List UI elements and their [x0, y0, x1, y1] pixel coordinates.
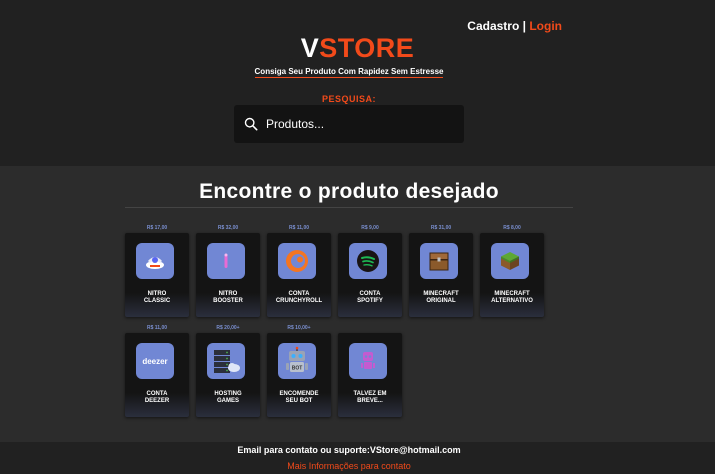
product-card-deezer[interactable]: deezer CONTA DEEZER	[125, 333, 189, 417]
product-card-nitro-booster[interactable]: NITRO BOOSTER	[196, 233, 260, 317]
product-name-line2: GAMES	[216, 398, 239, 404]
product-name-line1: HOSTING	[214, 391, 242, 397]
product-name-line1: NITRO	[218, 291, 238, 297]
product-name: MINECRAFT ORIGINAL	[409, 291, 473, 305]
product-price: R$ 9,00	[361, 225, 379, 231]
product-card-bot[interactable]: BOT ENCOMENDE SEU BOT	[267, 333, 331, 417]
product-name-line1: CONTA	[146, 391, 168, 397]
svg-text:BOT: BOT	[292, 366, 303, 372]
logo-v: V	[300, 33, 320, 63]
product-price: R$ 32,00	[217, 225, 239, 231]
product-name-line2: SPOTIFY	[357, 298, 383, 304]
product-name-line2: BOOSTER	[213, 298, 243, 304]
product-name-line1: CONTA	[288, 291, 310, 297]
search-label: PESQUISA:	[321, 94, 376, 104]
product-name-line1: TALVEZ EM	[353, 391, 387, 397]
search-input[interactable]	[266, 117, 446, 131]
product-card-minecraft-alternativo[interactable]: MINECRAFT ALTERNATIVO	[480, 233, 544, 317]
product-name-line2: ORIGINAL	[426, 298, 456, 304]
product-price: R$ 10,00+	[287, 325, 311, 331]
server-icon	[207, 343, 245, 379]
product-price: R$ 20,00+	[216, 325, 240, 331]
minecraft-grass-icon	[491, 243, 529, 279]
product-name: CONTA DEEZER	[125, 391, 189, 405]
product-name: NITRO BOOSTER	[196, 291, 260, 305]
register-link[interactable]: Cadastro	[467, 19, 519, 33]
nitro-classic-icon	[136, 243, 174, 279]
contact-email: Email para contato ou suporte:VStore@hot…	[237, 445, 461, 455]
more-info-link[interactable]: Mais Informações para contato	[0, 461, 698, 471]
auth-separator: |	[522, 19, 526, 33]
spotify-icon	[349, 243, 387, 279]
crunchyroll-icon	[278, 243, 316, 279]
product-name-line2: CLASSIC	[143, 298, 171, 304]
product-name-line1: CONTA	[359, 291, 381, 297]
product-name: TALVEZ EM BREVE...	[338, 391, 402, 405]
product-name-line2: CRUNCHYROLL	[275, 298, 323, 304]
nitro-booster-icon	[207, 243, 245, 279]
product-name-line1: MINECRAFT	[494, 291, 530, 297]
minecraft-chest-icon	[420, 243, 458, 279]
product-name: CONTA SPOTIFY	[338, 291, 402, 305]
auth-links: Cadastro | Login	[467, 19, 562, 33]
deezer-icon: deezer	[136, 343, 174, 379]
product-name-line2: SEU BOT	[285, 398, 313, 404]
product-name: CONTA CRUNCHYROLL	[267, 291, 331, 305]
search-icon	[244, 117, 258, 131]
product-card-hosting-games[interactable]: HOSTING GAMES	[196, 333, 260, 417]
tagline: Consiga Seu Produto Com Rapidez Sem Estr…	[0, 67, 698, 78]
robot-icon: BOT	[278, 343, 316, 379]
site-logo[interactable]: VSTORE	[0, 33, 715, 64]
product-card-crunchyroll[interactable]: CONTA CRUNCHYROLL	[267, 233, 331, 317]
logo-store: STORE	[319, 33, 415, 63]
product-name-line2: BREVE...	[357, 398, 383, 404]
product-price: R$ 11,00	[146, 325, 168, 331]
page-title: Encontre o produto desejado	[199, 180, 499, 203]
product-name: ENCOMENDE SEU BOT	[267, 391, 331, 405]
site-header: Cadastro | Login VSTORE Consiga Seu Prod…	[0, 0, 715, 166]
product-price: R$ 31,00	[430, 225, 452, 231]
product-price: R$ 17,00	[146, 225, 168, 231]
svg-text:deezer: deezer	[142, 357, 167, 366]
product-price: R$ 11,00	[288, 225, 310, 231]
product-name-line1: ENCOMENDE	[279, 391, 319, 397]
product-name: NITRO CLASSIC	[125, 291, 189, 305]
product-name-line1: NITRO	[147, 291, 167, 297]
coming-soon-icon	[349, 343, 387, 379]
product-name-line1: MINECRAFT	[423, 291, 459, 297]
title-divider	[125, 207, 573, 208]
product-price: R$ 8,00	[503, 225, 521, 231]
product-name: HOSTING GAMES	[196, 391, 260, 405]
product-name: MINECRAFT ALTERNATIVO	[480, 291, 544, 305]
login-link[interactable]: Login	[529, 19, 562, 33]
product-card-nitro-classic[interactable]: NITRO CLASSIC	[125, 233, 189, 317]
product-card-spotify[interactable]: CONTA SPOTIFY	[338, 233, 402, 317]
product-name-line2: DEEZER	[144, 398, 170, 404]
tagline-text: Consiga Seu Produto Com Rapidez Sem Estr…	[254, 67, 444, 78]
product-name-line2: ALTERNATIVO	[491, 298, 533, 304]
product-card-minecraft-original[interactable]: MINECRAFT ORIGINAL	[409, 233, 473, 317]
search-box[interactable]	[234, 105, 464, 143]
site-footer: Email para contato ou suporte:VStore@hot…	[0, 442, 715, 474]
product-card-coming-soon[interactable]: TALVEZ EM BREVE...	[338, 333, 402, 417]
